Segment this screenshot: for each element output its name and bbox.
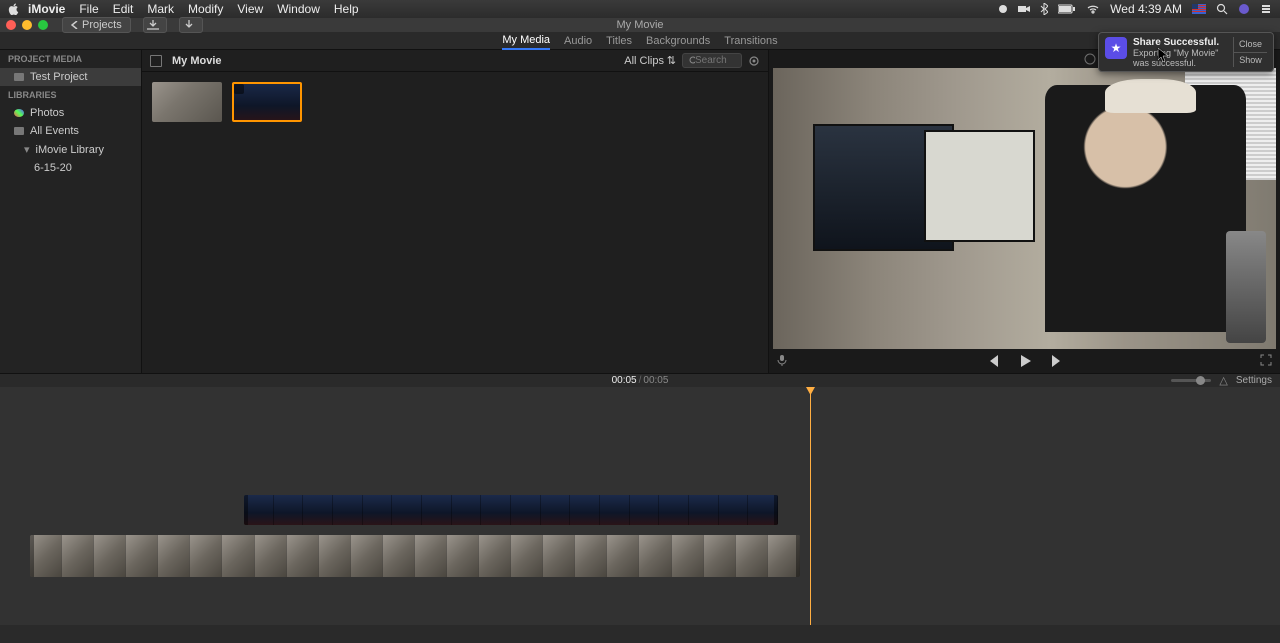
clip-thumbnail[interactable] bbox=[232, 82, 302, 122]
timeline[interactable] bbox=[0, 387, 1280, 625]
search-field[interactable] bbox=[682, 53, 742, 68]
grid-view-icon[interactable] bbox=[150, 55, 162, 67]
imovie-app-icon bbox=[1105, 37, 1127, 59]
sidebar-item-label: All Events bbox=[30, 125, 79, 137]
clip-trim-handle-left[interactable] bbox=[30, 535, 34, 577]
apple-logo-icon[interactable] bbox=[8, 3, 20, 15]
sidebar-item-label: Photos bbox=[30, 107, 64, 119]
menubar-view[interactable]: View bbox=[237, 2, 263, 16]
status-camera-icon[interactable] bbox=[1018, 4, 1030, 14]
macos-menubar: iMovie File Edit Mark Modify View Window… bbox=[0, 0, 1280, 18]
menubar-file[interactable]: File bbox=[79, 2, 98, 16]
media-tabs: My Media Audio Titles Backgrounds Transi… bbox=[0, 32, 1280, 50]
fullscreen-icon[interactable] bbox=[1260, 354, 1272, 369]
status-bluetooth-icon[interactable] bbox=[1040, 3, 1048, 15]
clip-trim-handle-right[interactable] bbox=[774, 495, 778, 525]
tab-audio[interactable]: Audio bbox=[564, 33, 592, 49]
status-flag-icon[interactable] bbox=[1192, 4, 1206, 14]
voiceover-icon[interactable] bbox=[777, 354, 787, 369]
timeline-clip-overlay[interactable] bbox=[244, 495, 778, 525]
status-siri-icon[interactable] bbox=[1238, 3, 1250, 15]
duration-timecode: 00:05 bbox=[643, 375, 668, 386]
sidebar-item-all-events[interactable]: All Events bbox=[0, 122, 141, 140]
preview-pane: i bbox=[768, 50, 1280, 373]
clip-trim-handle-left[interactable] bbox=[244, 495, 248, 525]
timeline-zoom-slider[interactable] bbox=[1171, 379, 1211, 382]
window-title: My Movie bbox=[616, 19, 663, 31]
tab-backgrounds[interactable]: Backgrounds bbox=[646, 33, 710, 49]
browser-title: My Movie bbox=[172, 55, 222, 67]
menubar-help[interactable]: Help bbox=[334, 2, 359, 16]
share-notification: Share Successful. Exporting "My Movie" w… bbox=[1098, 32, 1274, 72]
back-projects-button[interactable]: Projects bbox=[62, 17, 131, 33]
timeline-clip-main[interactable] bbox=[30, 535, 800, 577]
notification-close-button[interactable]: Close bbox=[1234, 37, 1267, 53]
timecode-bar: 00:05 / 00:05 △ Settings bbox=[0, 373, 1280, 387]
disclosure-triangle-icon[interactable]: ▾ bbox=[24, 143, 30, 156]
timeline-settings-button[interactable]: Settings bbox=[1236, 375, 1272, 386]
tab-titles[interactable]: Titles bbox=[606, 33, 632, 49]
back-projects-label: Projects bbox=[82, 19, 122, 31]
window-close-button[interactable] bbox=[6, 20, 16, 30]
sidebar-item-event-date[interactable]: 6-15-20 bbox=[0, 159, 141, 177]
menubar-mark[interactable]: Mark bbox=[147, 2, 174, 16]
film-icon bbox=[14, 73, 24, 81]
playhead[interactable] bbox=[810, 387, 811, 625]
tab-transitions[interactable]: Transitions bbox=[724, 33, 777, 49]
menubar-edit[interactable]: Edit bbox=[113, 2, 134, 16]
clip-filter-dropdown[interactable]: All Clips ⇅ bbox=[624, 54, 676, 67]
import-button[interactable] bbox=[143, 17, 167, 33]
sidebar-project-item[interactable]: Test Project bbox=[0, 68, 141, 86]
snap-icon[interactable]: △ bbox=[1219, 374, 1227, 387]
menubar-clock[interactable]: Wed 4:39 AM bbox=[1110, 2, 1182, 16]
download-button[interactable] bbox=[179, 17, 203, 33]
library-sidebar: PROJECT MEDIA Test Project LIBRARIES Pho… bbox=[0, 50, 142, 373]
menubar-app-name[interactable]: iMovie bbox=[28, 2, 65, 16]
clip-thumbnail[interactable] bbox=[152, 82, 222, 122]
sidebar-item-photos[interactable]: Photos bbox=[0, 104, 141, 122]
clip-type-icon bbox=[234, 84, 244, 94]
status-spotlight-icon[interactable] bbox=[1216, 3, 1228, 15]
color-balance-icon[interactable] bbox=[1084, 53, 1096, 65]
sidebar-section-project-media: PROJECT MEDIA bbox=[0, 50, 141, 68]
notification-title: Share Successful. bbox=[1133, 37, 1233, 48]
sidebar-section-libraries: LIBRARIES bbox=[0, 86, 141, 104]
notification-message: Exporting "My Movie" was successful. bbox=[1133, 48, 1233, 68]
tab-my-media[interactable]: My Media bbox=[502, 32, 550, 50]
sidebar-item-label: 6-15-20 bbox=[34, 162, 72, 174]
photos-icon bbox=[14, 109, 24, 117]
play-button[interactable] bbox=[1018, 354, 1032, 368]
window-minimize-button[interactable] bbox=[22, 20, 32, 30]
menubar-modify[interactable]: Modify bbox=[188, 2, 223, 16]
notification-show-button[interactable]: Show bbox=[1234, 53, 1267, 68]
window-zoom-button[interactable] bbox=[38, 20, 48, 30]
mouse-cursor-icon bbox=[1158, 48, 1168, 62]
sidebar-project-label: Test Project bbox=[30, 71, 87, 83]
media-browser: My Movie All Clips ⇅ bbox=[142, 50, 768, 373]
status-notification-center-icon[interactable] bbox=[1260, 3, 1272, 15]
preview-viewer[interactable] bbox=[773, 68, 1276, 349]
status-wifi-icon[interactable] bbox=[1086, 4, 1100, 14]
sidebar-item-imovie-library[interactable]: ▾ iMovie Library bbox=[0, 140, 141, 159]
status-battery-icon[interactable] bbox=[1058, 4, 1076, 14]
browser-settings-icon[interactable] bbox=[748, 55, 760, 67]
next-frame-button[interactable] bbox=[1050, 355, 1064, 367]
status-record-icon[interactable] bbox=[998, 4, 1008, 14]
chevron-updown-icon: ⇅ bbox=[667, 55, 676, 67]
sidebar-item-label: iMovie Library bbox=[36, 144, 104, 156]
current-timecode: 00:05 bbox=[612, 375, 637, 386]
search-input[interactable] bbox=[695, 55, 735, 66]
clip-trim-handle-right[interactable] bbox=[796, 535, 800, 577]
events-icon bbox=[14, 127, 24, 135]
window-header: Projects My Movie bbox=[0, 18, 1280, 32]
menubar-window[interactable]: Window bbox=[277, 2, 320, 16]
prev-frame-button[interactable] bbox=[986, 355, 1000, 367]
